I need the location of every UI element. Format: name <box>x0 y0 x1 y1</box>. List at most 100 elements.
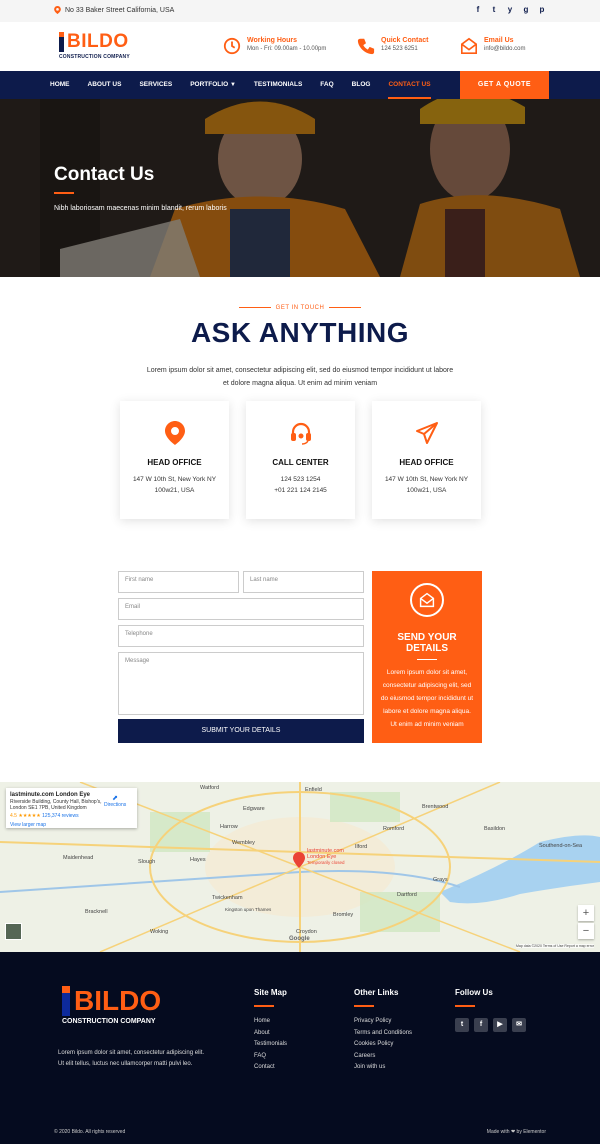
map-town: Brentwood <box>422 804 449 810</box>
hours-value: Mon - Fri: 09.00am - 10.00pm <box>247 46 327 52</box>
pinterest-icon[interactable]: p <box>538 5 546 15</box>
zoom-out-button[interactable]: − <box>578 923 594 939</box>
youtube-icon[interactable]: y <box>506 5 514 15</box>
site-footer: BILDO CONSTRUCTION COMPANY Lorem ipsum d… <box>0 952 600 1144</box>
nav-contact[interactable]: CONTACT US <box>388 71 431 99</box>
other-links-title: Other Links <box>354 988 399 997</box>
footer-other-links: Other Links Privacy Policy Terms and Con… <box>354 988 412 1076</box>
section-title: ASK ANYTHING <box>190 317 410 348</box>
top-social-links: f t y g p <box>474 5 546 15</box>
map-town: Twickenham <box>212 895 243 901</box>
contact-section: GET IN TOUCH ASK ANYTHING Lorem ipsum do… <box>0 277 600 782</box>
footer-link[interactable]: Privacy Policy <box>354 1018 412 1024</box>
place-address: Riverside Building, County Hall, Bishop'… <box>10 799 102 811</box>
view-larger-map-link[interactable]: View larger map <box>10 822 133 828</box>
satellite-toggle[interactable] <box>5 923 22 940</box>
nav-home[interactable]: HOME <box>50 71 70 99</box>
headset-icon <box>290 422 311 445</box>
map-town: Croydon <box>296 929 317 935</box>
top-bar: No 33 Baker Street California, USA f t y… <box>0 0 600 22</box>
nav-about[interactable]: ABOUT US <box>88 71 122 99</box>
telephone-field[interactable]: Telephone <box>118 625 364 647</box>
footer-link[interactable]: Testimonials <box>254 1041 287 1047</box>
footer-text: Lorem ipsum dolor sit amet, consectetur … <box>58 1050 205 1067</box>
logo-mark-icon <box>62 986 70 1016</box>
map-town: Woking <box>150 929 169 935</box>
map-town: Bracknell <box>85 909 108 915</box>
footer-logo-text: BILDO <box>74 985 162 1016</box>
sitemap-title: Site Map <box>254 988 287 997</box>
section-eyebrow: GET IN TOUCH <box>0 305 600 311</box>
copyright: © 2020 Bildo. All rights reserved <box>54 1129 126 1135</box>
place-reviews[interactable]: 125,374 reviews <box>42 813 78 819</box>
card-line: 147 W 10th St, New York NY <box>384 476 469 483</box>
head-office-card: HEAD OFFICE 147 W 10th St, New York NY 10… <box>120 401 229 519</box>
map-town: Wembley <box>232 840 255 846</box>
footer-link[interactable]: About <box>254 1030 287 1036</box>
footer-link[interactable]: Home <box>254 1018 287 1024</box>
footer-follow: Follow Us t f ▶ ✉ <box>455 988 526 1032</box>
rating-stars-icon: ★★★★★ <box>18 813 41 819</box>
directions-button[interactable]: ⬈ Directions <box>104 794 126 808</box>
card-title: HEAD OFFICE <box>147 458 202 467</box>
mail-icon[interactable]: ✉ <box>512 1018 526 1032</box>
twitter-icon[interactable]: t <box>455 1018 469 1032</box>
footer-link[interactable]: Terms and Conditions <box>354 1030 412 1036</box>
submit-button[interactable]: SUBMIT YOUR DETAILS <box>118 719 364 743</box>
head-office-card-2: HEAD OFFICE 147 W 10th St, New York NY 10… <box>372 401 481 519</box>
map-town: Edgware <box>243 806 265 812</box>
zoom-in-button[interactable]: + <box>578 905 594 921</box>
message-field[interactable]: Message <box>118 652 364 715</box>
map-town: Hayes <box>190 857 206 863</box>
facebook-icon[interactable]: f <box>474 5 482 15</box>
youtube-icon[interactable]: ▶ <box>493 1018 507 1032</box>
map-place-card: lastminute.com London Eye Riverside Buil… <box>6 788 137 828</box>
nav-portfolio[interactable]: PORTFOLIO ▼ <box>190 71 236 99</box>
footer-link[interactable]: Careers <box>354 1053 412 1059</box>
map-town: Dartford <box>397 892 417 898</box>
footer-logo[interactable]: BILDO CONSTRUCTION COMPANY <box>62 985 161 1025</box>
logo-text: BILDO <box>67 31 129 52</box>
map-town: Southend-on-Sea <box>539 843 583 849</box>
last-name-field[interactable]: Last name <box>243 571 364 593</box>
footer-link[interactable]: Contact <box>254 1064 287 1070</box>
map-town: Romford <box>383 826 405 832</box>
map-pin-label: lastminute.com London Eye Temporarily clo… <box>307 848 345 865</box>
first-name-field[interactable]: First name <box>118 571 239 593</box>
footer-link[interactable]: FAQ <box>254 1053 287 1059</box>
email-label: Email Us <box>484 37 514 44</box>
email-value[interactable]: info@bildo.com <box>484 46 525 52</box>
twitter-icon[interactable]: t <box>490 5 498 15</box>
mail-open-icon <box>460 37 478 55</box>
address-text: No 33 Baker Street California, USA <box>65 6 175 14</box>
logo-subtitle: CONSTRUCTION COMPANY <box>59 54 130 60</box>
site-logo[interactable]: BILDO CONSTRUCTION COMPANY <box>59 31 130 60</box>
map-town: Watford <box>200 785 220 791</box>
facebook-icon[interactable]: f <box>474 1018 488 1032</box>
footer-link[interactable]: Cookies Policy <box>354 1041 412 1047</box>
contact-value[interactable]: 124 523 6251 <box>381 46 428 52</box>
email-field[interactable]: Email <box>118 598 364 620</box>
get-quote-button[interactable]: GET A QUOTE <box>460 71 549 99</box>
card-line: 100w21, USA <box>406 487 447 494</box>
hero-divider <box>54 192 74 194</box>
nav-testimonials[interactable]: TESTIMONIALS <box>254 71 302 99</box>
nav-services[interactable]: SERVICES <box>139 71 172 99</box>
place-rating: 4.5 <box>10 813 17 819</box>
map-town: Grays <box>433 877 448 883</box>
quick-contact: Quick Contact 124 523 6251 <box>357 37 428 55</box>
yelp-icon[interactable]: g <box>522 5 530 15</box>
top-address: No 33 Baker Street California, USA <box>54 6 174 14</box>
nav-faq[interactable]: FAQ <box>320 71 333 99</box>
footer-link[interactable]: Join with us <box>354 1064 412 1070</box>
map-credit: Map data ©2020 Terms of Use Report a map… <box>516 944 594 948</box>
hero-title: Contact Us <box>54 164 155 185</box>
nav-blog[interactable]: BLOG <box>352 71 371 99</box>
email-us: Email Us info@bildo.com <box>460 37 525 55</box>
google-map[interactable]: Watford Enfield Edgware Harrow Wembley S… <box>0 782 600 952</box>
contact-label: Quick Contact <box>381 37 429 44</box>
send-text: Lorem ipsum dolor sit amet, consectetur … <box>380 669 474 728</box>
google-logo: Google <box>289 936 310 942</box>
main-nav: HOME ABOUT US SERVICES PORTFOLIO ▼ TESTI… <box>0 71 600 99</box>
map-town: Basildon <box>484 826 506 832</box>
